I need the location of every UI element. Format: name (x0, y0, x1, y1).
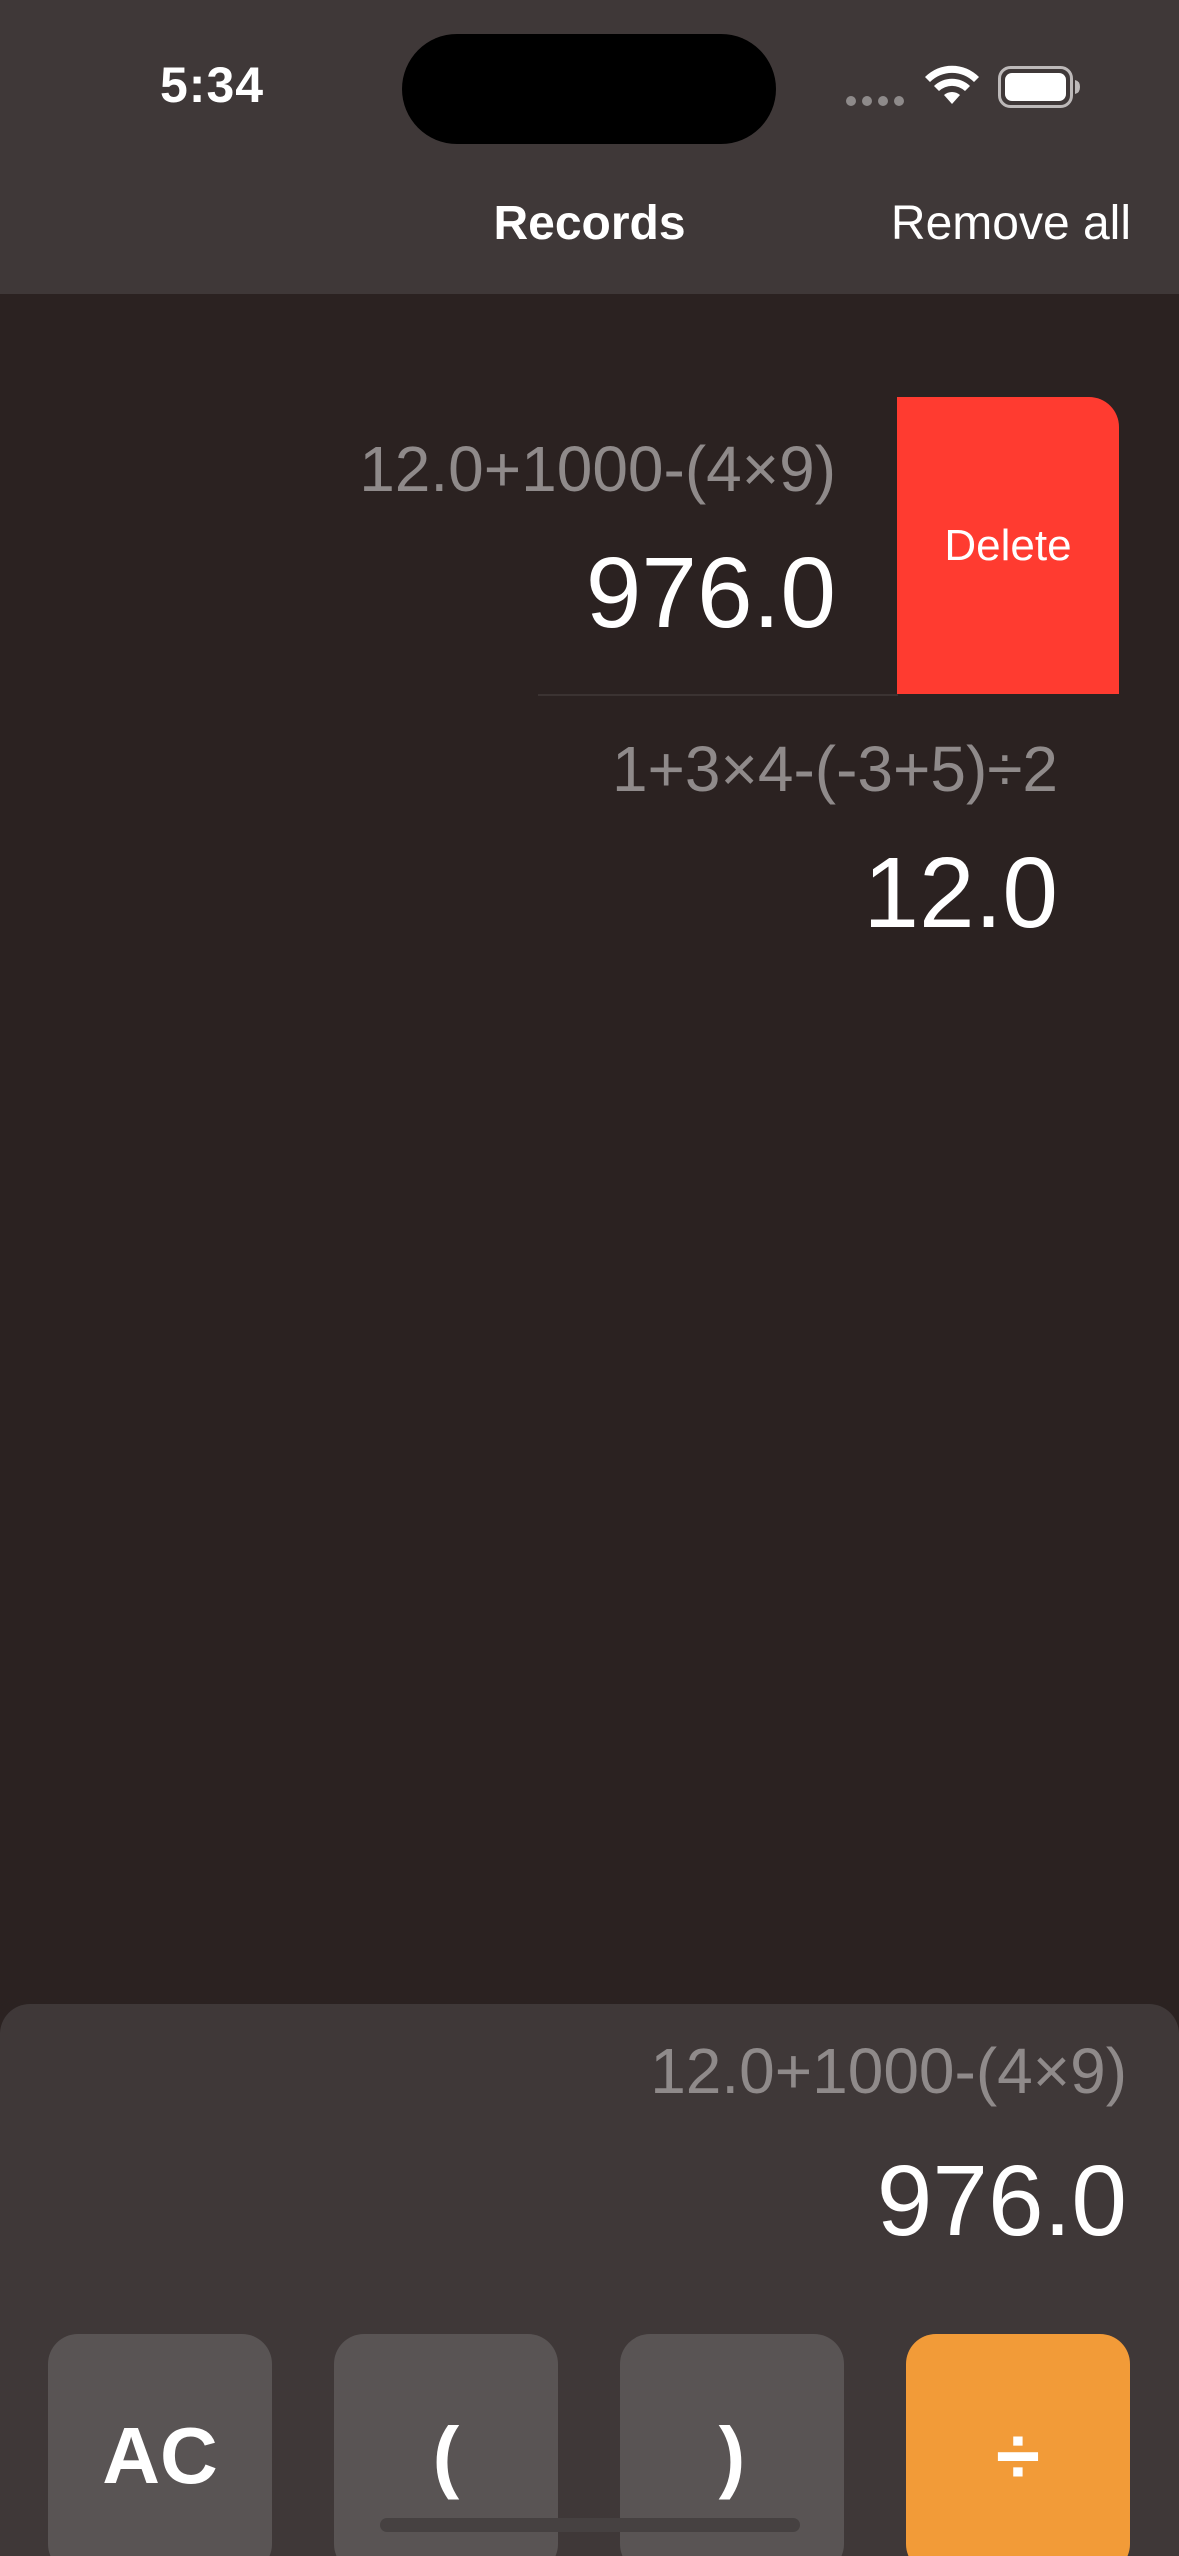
record-item[interactable]: 12.0+1000-(4×9) 976.0 (0, 396, 836, 696)
record-expression: 12.0+1000-(4×9) (359, 433, 836, 505)
display-expression: 12.0+1000-(4×9) (650, 2035, 1127, 2107)
dynamic-island (402, 34, 776, 144)
record-expression: 1+3×4-(-3+5)÷2 (611, 733, 1058, 805)
header: 5:34 Records Remove all (0, 0, 1179, 294)
clear-button[interactable]: AC (48, 2334, 272, 2556)
divide-button[interactable]: ÷ (906, 2334, 1130, 2556)
wifi-icon (925, 65, 979, 104)
delete-button[interactable]: Delete (897, 397, 1119, 694)
record-item[interactable]: 1+3×4-(-3+5)÷2 12.0 (0, 696, 1058, 996)
display-result: 976.0 (876, 2145, 1127, 2257)
record-result: 12.0 (863, 837, 1058, 949)
home-indicator[interactable] (380, 2518, 800, 2532)
battery-icon (998, 66, 1080, 108)
record-result: 976.0 (585, 537, 836, 649)
remove-all-button[interactable]: Remove all (891, 196, 1131, 251)
signal-dots-icon (846, 96, 904, 106)
screen: 5:34 Records Remove all 12.0+1000-(4×9) … (0, 0, 1179, 2556)
status-time: 5:34 (160, 57, 265, 113)
